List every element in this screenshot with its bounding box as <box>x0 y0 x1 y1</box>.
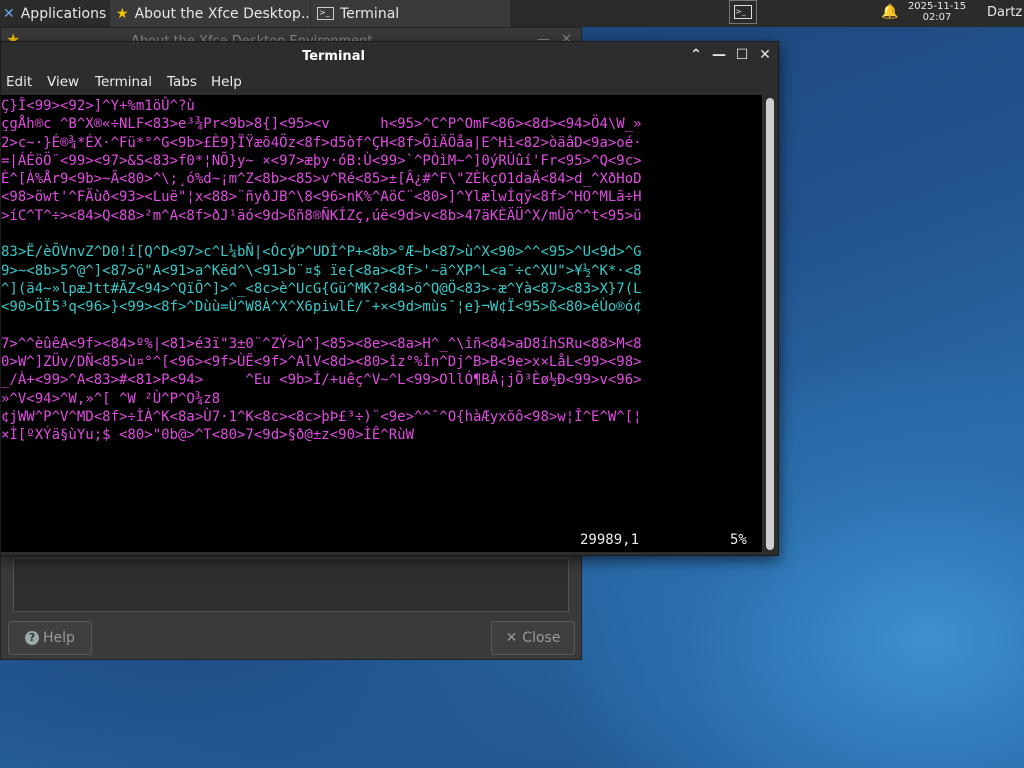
terminal-output-area[interactable]: Ç}Î<99><92>]^Y+%m1öÛ^?ù çgÅh®c ^B^X®«÷NL… <box>1 95 762 552</box>
top-panel: ✕ Applications ≡ ★ About the Xfce Deskto… <box>0 0 1024 27</box>
menu-edit[interactable]: Edit <box>6 74 32 90</box>
taskbar-item-label: Terminal <box>340 5 400 22</box>
help-icon: ? <box>25 631 40 645</box>
user-menu[interactable]: Dartz <box>987 5 1022 20</box>
terminal-line: >íC^T^÷><84>Q<88>²m^A<8f>ðJ¹äó<9d>ßñ8®ÑK… <box>1 207 642 224</box>
minimize-icon[interactable]: — <box>710 47 728 63</box>
cursor-position-status: 29989,1 <box>580 532 640 548</box>
terminal-scrollbar[interactable] <box>763 95 777 552</box>
star-icon: ★ <box>116 5 129 22</box>
clock-time: 02:07 <box>922 12 952 23</box>
terminal-line: <90>ÖÏ5³q<96>}<99><8f>^Dùù=Ù^W8À^X^X6piw… <box>1 299 642 316</box>
taskbar-item-terminal[interactable]: >_ Terminal <box>310 0 510 27</box>
terminal-text: Ç}Î<99><92>]^Y+%m1öÛ^?ù çgÅh®c ^B^X®«÷NL… <box>1 97 642 445</box>
terminal-window: Terminal ⌃ — ☐ ✕ Edit View Terminal Tabs… <box>0 41 779 556</box>
help-button-label: Help <box>43 630 75 646</box>
help-button[interactable]: ? Help <box>8 621 92 655</box>
xfce-logo-icon: ✕ <box>3 5 15 22</box>
terminal-titlebar[interactable]: Terminal ⌃ — ☐ ✕ <box>1 42 778 72</box>
terminal-line: _/À+<99>^A<83>#<81>P<94> ^Eu <9b>Í/+uêç^… <box>1 372 642 389</box>
about-text-area[interactable] <box>13 558 569 612</box>
clock-date: 2025-11-15 <box>907 1 967 12</box>
terminal-icon: >_ <box>317 7 334 20</box>
taskbar-item-label: About the Xfce Desktop... <box>134 5 310 22</box>
panel-clock[interactable]: 2025-11-15 02:07 <box>902 1 972 23</box>
close-button-label: Close <box>522 630 561 646</box>
terminal-line: 9>~<8b>5^@^]<87>ö"A<91>a^Këd^\<91>b¨¤$ ï… <box>1 262 642 279</box>
terminal-line: 83>Ë/èÕVnvZ^D0!í[Q^D<97>c^L¼bÑ|<ÓcýÞ^UDÌ… <box>1 244 642 261</box>
terminal-line: 7>^^èûêA<9f><84>º%|<81>é3ï"3±0¨^ZÝ>û^]<8… <box>1 335 642 352</box>
terminal-line: Ç}Î<99><92>]^Y+%m1öÛ^?ù <box>1 98 195 114</box>
terminal-line: ^](ä4~»lpæJtt#ÃZ<94>^QïÕ^]>^_<8c>è^UcG{G… <box>1 280 642 297</box>
terminal-line: 0>W^]ZÜv/DÑ<85>ù¤°^[<96><9f>ÙË<9f>^AlV<8… <box>1 354 642 371</box>
applications-menu[interactable]: ✕ Applications ≡ <box>0 0 110 27</box>
terminal-line: »^V<94>^W,»^[ ^W ²Ù^P^O¾z8 <box>1 390 221 407</box>
taskbar-item-about[interactable]: ★ About the Xfce Desktop... <box>110 0 310 27</box>
close-icon: ✕ <box>505 630 518 646</box>
terminal-line: ¢jWW^P^V^MD<8f>÷ÌÀ^K<8a>Ù7·1^K<8c><8c>þÞ… <box>1 409 642 426</box>
close-icon[interactable]: ✕ <box>756 47 774 63</box>
menu-terminal[interactable]: Terminal <box>95 74 152 90</box>
terminal-line: È^[À%År9<9b>~Ã<80>^\;¸ó%d~¡m^Z<8b><85>v^… <box>1 171 642 188</box>
terminal-line: ×Ì[ºXÝä§ùYu;$ <80>"0b@>^T<80>7<9d>§ð@±z<… <box>1 427 415 444</box>
scrollbar-thumb[interactable] <box>766 98 774 550</box>
maximize-icon[interactable]: ☐ <box>733 47 751 63</box>
terminal-title: Terminal <box>302 49 365 64</box>
terminal-line: =|ÁÉöÖ¨<99><97>&S<83>f0*¦NÕ}y~ ×<97>æþy·… <box>1 152 642 169</box>
close-button[interactable]: ✕ Close <box>491 621 575 655</box>
menu-help[interactable]: Help <box>211 74 242 90</box>
terminal-line: çgÅh®c ^B^X®«÷NLF<83>e³¾Pr<9b>8{]<95><v … <box>1 116 642 133</box>
applications-label: Applications <box>20 5 107 22</box>
menu-tabs[interactable]: Tabs <box>167 74 197 90</box>
terminal-menubar: Edit View Terminal Tabs Help <box>1 72 778 94</box>
terminal-line: 2>c~·}É®¾*ÉX·^Fü*°^G<9b>£È9}ÏŸæõ4Öz<8f>d… <box>1 134 642 151</box>
notification-bell-icon[interactable]: 🔔 <box>881 4 898 20</box>
tray-terminal-icon[interactable]: >_ <box>729 0 757 24</box>
menu-view[interactable]: View <box>47 74 79 90</box>
scroll-percent-status: 5% <box>730 532 747 548</box>
shade-chevron-up-icon[interactable]: ⌃ <box>687 47 705 63</box>
terminal-line: <98>öwt'^FÄùð<93><Luë"¦x<88>¨ñyðJB^\8<96… <box>1 189 642 206</box>
